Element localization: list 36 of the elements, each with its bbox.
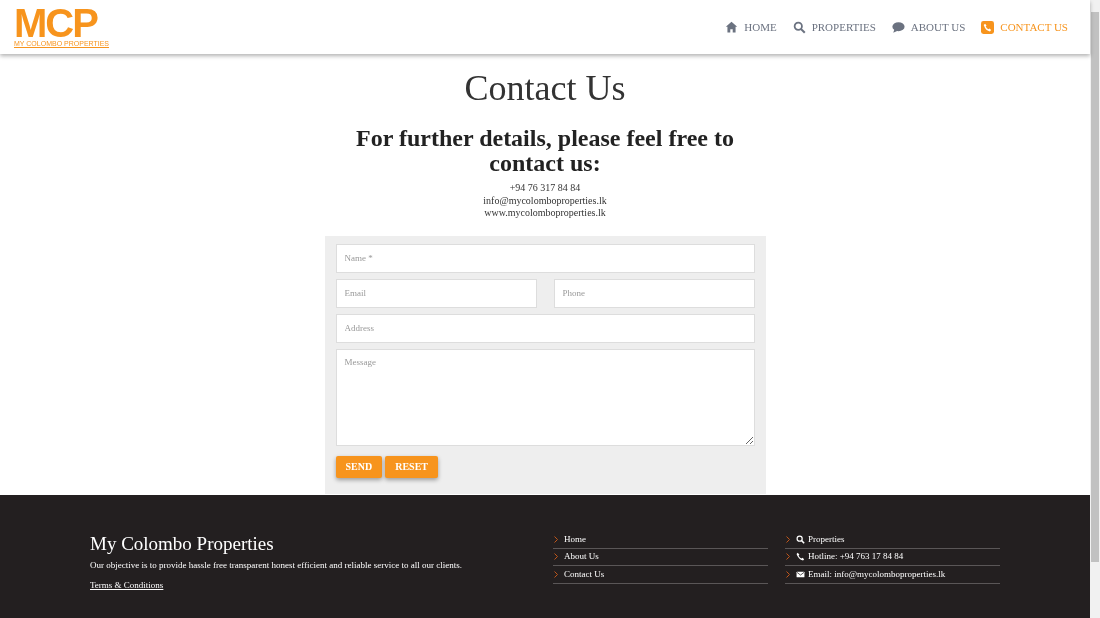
nav-link[interactable]: HOME bbox=[725, 18, 777, 36]
phone-field[interactable]: Phone bbox=[553, 278, 755, 308]
contact-detail: info@mycolomboproperties.lk bbox=[483, 194, 607, 207]
search-icon bbox=[796, 534, 805, 544]
message-field[interactable]: Message bbox=[335, 348, 755, 446]
chevron-icon bbox=[554, 535, 558, 543]
footer-link[interactable]: Hotline: +94 763 17 84 84 bbox=[796, 550, 904, 564]
contact-detail: +94 76 317 84 84 bbox=[509, 182, 581, 195]
name-field[interactable]: Name * bbox=[335, 243, 755, 273]
nav-link[interactable]: PROPERTIES bbox=[792, 18, 876, 36]
subheading: For further details, please feel free to contact us: bbox=[355, 126, 735, 176]
phone-icon bbox=[981, 20, 995, 34]
terms-link[interactable]: Terms & Conditions bbox=[90, 578, 164, 592]
page-title: Contact Us bbox=[464, 67, 626, 110]
footer-description: Our objective is to provide hassle free transparent honest efficient and reliable service to all our clients. bbox=[90, 559, 463, 572]
email-field[interactable]: Email bbox=[335, 278, 537, 308]
footer-link[interactable]: Properties bbox=[796, 532, 845, 546]
chevron-icon bbox=[786, 570, 790, 578]
footer-link[interactable]: About Us bbox=[564, 550, 599, 564]
footer-link[interactable]: Email: info@mycolomboproperties.lk bbox=[796, 567, 946, 581]
home-icon bbox=[725, 20, 739, 34]
footer-title: My Colombo Properties bbox=[90, 532, 275, 556]
chevron-icon bbox=[786, 535, 790, 543]
footer-link[interactable]: Home bbox=[564, 532, 586, 546]
scrollbar[interactable] bbox=[1090, 0, 1100, 618]
phone-icon bbox=[796, 552, 805, 562]
address-field[interactable]: Address bbox=[335, 313, 755, 343]
chevron-icon bbox=[554, 570, 558, 578]
envelope-icon bbox=[796, 569, 805, 579]
speech-bubble-icon bbox=[891, 20, 905, 34]
search-icon bbox=[792, 20, 806, 34]
chevron-icon bbox=[554, 553, 558, 561]
chevron-icon bbox=[786, 553, 790, 561]
contact-detail: www.mycolomboproperties.lk bbox=[484, 207, 606, 220]
nav-link[interactable]: ABOUT US bbox=[891, 18, 966, 36]
footer-link[interactable]: Contact Us bbox=[564, 567, 605, 581]
